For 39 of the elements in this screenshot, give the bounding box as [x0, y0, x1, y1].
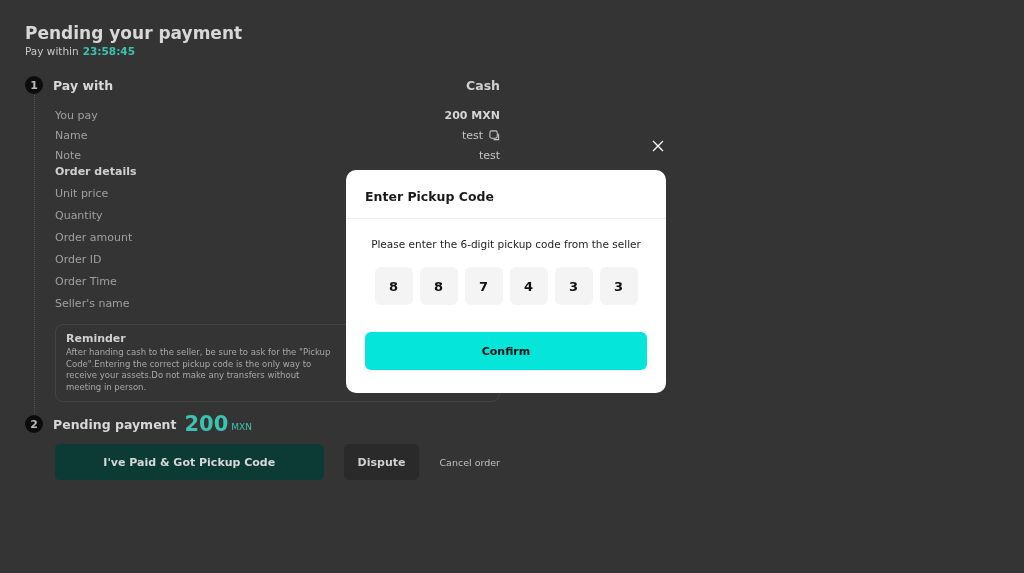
step-title: Pay with	[53, 77, 114, 93]
dispute-button[interactable]: Dispute	[343, 444, 420, 480]
code-digit-field[interactable]: 3	[554, 267, 593, 305]
section-title: Order details	[55, 165, 138, 178]
payment-amount: 200	[184, 412, 229, 436]
dialog-message: Please enter the 6-digit pickup code from the seller	[371, 238, 641, 250]
countdown-timer: 23:58:45	[82, 45, 135, 57]
field-label: Name	[55, 128, 88, 142]
timer-label: Pay within	[25, 45, 79, 57]
dialog-title: Enter Pickup Code	[346, 170, 666, 219]
copy-icon[interactable]	[489, 129, 500, 141]
field-label: Order Time	[55, 274, 117, 288]
page-title: Pending your payment	[25, 22, 244, 44]
code-digit-field[interactable]: 3	[599, 267, 638, 305]
field-label: Unit price	[55, 186, 109, 200]
reminder-title: Reminder	[66, 332, 127, 345]
step-number: 2	[25, 415, 43, 433]
step-title: Pending payment	[53, 416, 177, 432]
field-label: Seller's name	[55, 296, 130, 310]
field-value: test	[461, 128, 483, 142]
code-digit-field[interactable]: 4	[509, 267, 548, 305]
confirm-button[interactable]: Confirm	[365, 332, 647, 370]
field-label: Order amount	[55, 230, 133, 244]
field-label: Order ID	[55, 252, 102, 266]
field-label: Note	[55, 148, 82, 162]
step-number: 1	[25, 76, 43, 94]
code-digit-field[interactable]: 8	[374, 267, 413, 305]
paid-button[interactable]: I've Paid & Got Pickup Code	[55, 444, 324, 480]
close-icon[interactable]	[652, 140, 664, 152]
field-value: test	[478, 148, 500, 162]
code-digit-field[interactable]: 7	[464, 267, 503, 305]
reminder-text: After handing cash to the seller, be sure to ask for the "Pickup Code".Entering the correct pickup code is the only way to receive your assets.Do not make any transfers without meeting in person.	[66, 347, 332, 393]
currency-label: MXN	[231, 422, 252, 432]
field-label: Quantity	[55, 208, 103, 222]
payment-method: Cash	[466, 77, 500, 93]
field-value: 200 MXN	[444, 108, 500, 122]
field-label: You pay	[55, 108, 98, 122]
cancel-link[interactable]: Cancel order	[439, 456, 500, 468]
code-digit-field[interactable]: 8	[419, 267, 458, 305]
